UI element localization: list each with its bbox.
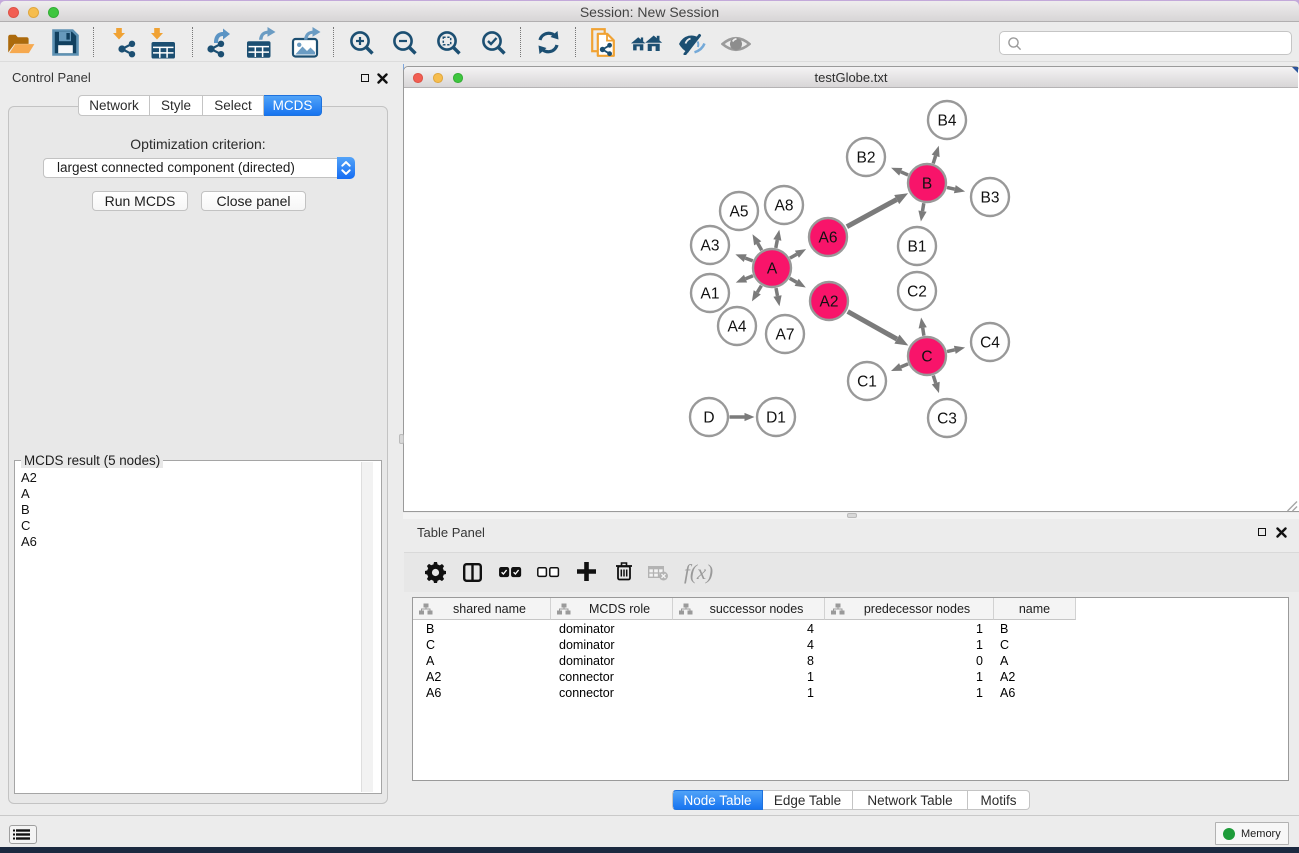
svg-text:C2: C2 bbox=[907, 283, 927, 300]
svg-text:A5: A5 bbox=[730, 203, 749, 220]
svg-text:A6: A6 bbox=[819, 229, 838, 246]
svg-text:C1: C1 bbox=[857, 373, 877, 390]
svg-text:D: D bbox=[703, 409, 714, 426]
svg-text:A1: A1 bbox=[701, 285, 720, 302]
svg-text:B: B bbox=[922, 175, 932, 192]
svg-text:B4: B4 bbox=[938, 112, 957, 129]
svg-text:A7: A7 bbox=[776, 326, 795, 343]
svg-text:B2: B2 bbox=[857, 149, 876, 166]
svg-text:A2: A2 bbox=[820, 293, 839, 310]
svg-text:C: C bbox=[921, 348, 932, 365]
svg-text:C3: C3 bbox=[937, 410, 957, 427]
svg-text:A8: A8 bbox=[775, 197, 794, 214]
svg-text:B3: B3 bbox=[981, 189, 1000, 206]
svg-text:A: A bbox=[767, 260, 778, 277]
svg-text:A4: A4 bbox=[728, 318, 747, 335]
svg-text:C4: C4 bbox=[980, 334, 1000, 351]
svg-text:B1: B1 bbox=[908, 238, 927, 255]
svg-text:D1: D1 bbox=[766, 409, 786, 426]
svg-text:A3: A3 bbox=[701, 237, 720, 254]
